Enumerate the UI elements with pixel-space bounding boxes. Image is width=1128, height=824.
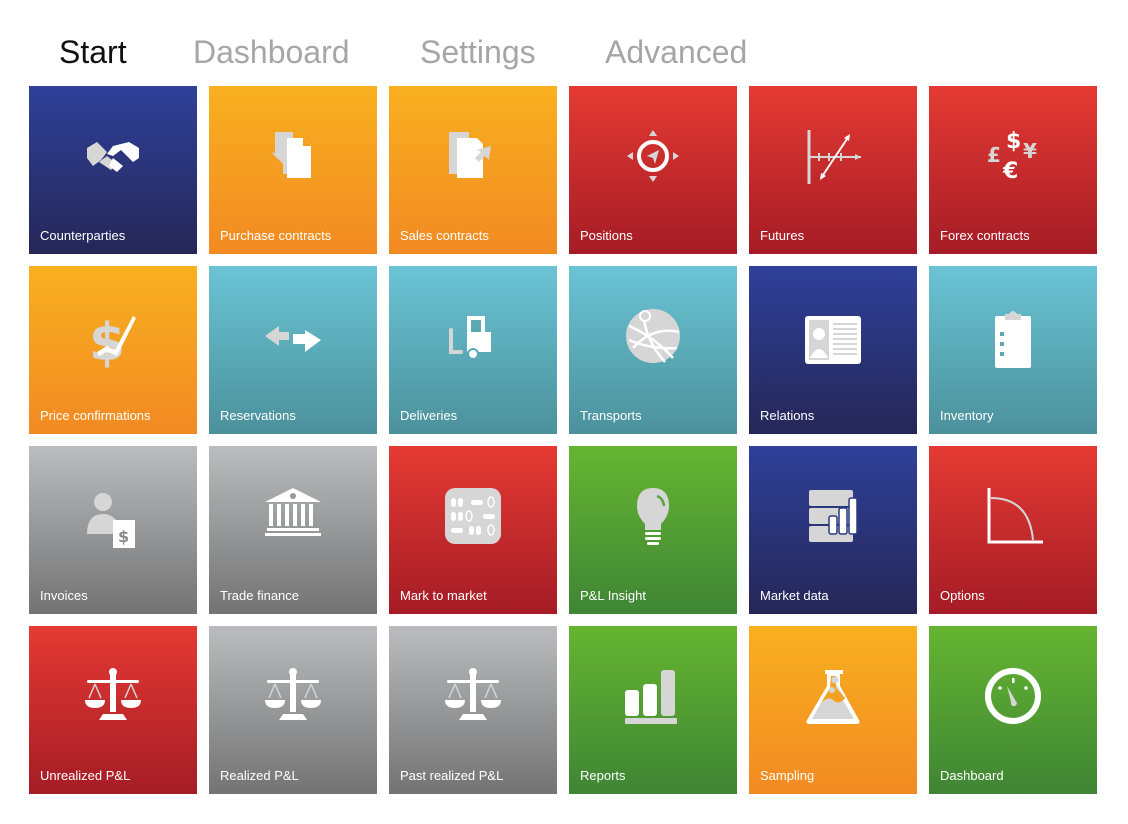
svg-text:€: €: [1002, 159, 1018, 184]
scales-icon: [73, 656, 153, 736]
tile-label: Price confirmations: [40, 408, 151, 423]
tile-label: Relations: [760, 408, 815, 423]
tile-label: Trade finance: [220, 588, 300, 603]
abacus-icon: [433, 476, 513, 556]
exchange-arrows-icon: [253, 296, 333, 376]
tile-positions[interactable]: Positions: [569, 86, 737, 254]
currencies-icon: £ $ ¥ €: [973, 116, 1053, 196]
tile-label: Forex contracts: [940, 228, 1030, 243]
tile-label: Purchase contracts: [220, 228, 332, 243]
lightbulb-icon: [613, 476, 693, 556]
tile-deliveries[interactable]: Deliveries: [389, 266, 557, 434]
document-import-icon: [253, 116, 333, 196]
tile-market-data[interactable]: Market data: [749, 446, 917, 614]
tile-label: Sales contracts: [400, 228, 489, 243]
svg-text:$: $: [1006, 129, 1021, 154]
tile-forex-contracts[interactable]: £ $ ¥ € Forex contracts: [929, 86, 1097, 254]
id-card-icon: [793, 296, 873, 376]
tile-label: Past realized P&L: [400, 768, 504, 783]
tile-grid: Counterparties Purchase contracts Sales …: [29, 86, 1097, 794]
person-invoice-icon: $: [73, 476, 153, 556]
gauge-icon: [973, 656, 1053, 736]
tile-options[interactable]: Options: [929, 446, 1097, 614]
tab-dashboard[interactable]: Dashboard: [193, 30, 350, 74]
trend-axis-icon: [793, 116, 873, 196]
tile-purchase-contracts[interactable]: Purchase contracts: [209, 86, 377, 254]
tile-reservations[interactable]: Reservations: [209, 266, 377, 434]
tile-transports[interactable]: Transports: [569, 266, 737, 434]
tile-inventory[interactable]: Inventory: [929, 266, 1097, 434]
flask-icon: [793, 656, 873, 736]
forklift-icon: [433, 296, 513, 376]
scales-icon: [433, 656, 513, 736]
tile-label: Dashboard: [940, 768, 1004, 783]
tile-pl-insight[interactable]: P&L Insight: [569, 446, 737, 614]
tile-invoices[interactable]: $ Invoices: [29, 446, 197, 614]
tile-label: Realized P&L: [220, 768, 299, 783]
tile-label: Inventory: [940, 408, 994, 423]
tile-label: Market data: [760, 588, 829, 603]
tile-sampling[interactable]: Sampling: [749, 626, 917, 794]
tile-label: Reservations: [220, 408, 296, 423]
tile-sales-contracts[interactable]: Sales contracts: [389, 86, 557, 254]
svg-text:¥: ¥: [1023, 139, 1037, 163]
tile-label: P&L Insight: [580, 588, 647, 603]
bank-icon: [253, 476, 333, 556]
svg-text:£: £: [987, 143, 1001, 167]
tile-dashboard[interactable]: Dashboard: [929, 626, 1097, 794]
tile-trade-finance[interactable]: Trade finance: [209, 446, 377, 614]
document-export-icon: [433, 116, 513, 196]
tile-label: Options: [940, 588, 985, 603]
tile-label: Unrealized P&L: [40, 768, 131, 783]
tile-label: Deliveries: [400, 408, 458, 423]
tile-label: Sampling: [760, 768, 815, 783]
clipboard-icon: [973, 296, 1053, 376]
svg-text:$: $: [118, 527, 129, 546]
tab-advanced[interactable]: Advanced: [605, 30, 747, 74]
tile-mark-to-market[interactable]: Mark to market: [389, 446, 557, 614]
tile-unrealized-pl[interactable]: Unrealized P&L: [29, 626, 197, 794]
bar-chart-icon: [613, 656, 693, 736]
compass-icon: [613, 116, 693, 196]
tile-label: Invoices: [40, 588, 88, 603]
scales-icon: [253, 656, 333, 736]
tile-realized-pl[interactable]: Realized P&L: [209, 626, 377, 794]
tile-label: Transports: [580, 408, 642, 423]
tile-counterparties[interactable]: Counterparties: [29, 86, 197, 254]
tab-settings[interactable]: Settings: [420, 30, 536, 74]
tile-reports[interactable]: Reports: [569, 626, 737, 794]
tile-past-realized-pl[interactable]: Past realized P&L: [389, 626, 557, 794]
tile-label: Counterparties: [40, 228, 126, 243]
globe-icon: [613, 296, 693, 376]
tile-label: Futures: [760, 228, 805, 243]
tile-price-confirmations[interactable]: $ Price confirmations: [29, 266, 197, 434]
payoff-curve-icon: [973, 476, 1053, 556]
tile-label: Reports: [580, 768, 626, 783]
tile-label: Positions: [580, 228, 633, 243]
tile-relations[interactable]: Relations: [749, 266, 917, 434]
handshake-icon: [73, 116, 153, 196]
tile-futures[interactable]: Futures: [749, 86, 917, 254]
tab-start[interactable]: Start: [59, 30, 127, 74]
data-chart-icon: [793, 476, 873, 556]
dollar-check-icon: $: [73, 296, 153, 376]
tile-label: Mark to market: [400, 588, 487, 603]
